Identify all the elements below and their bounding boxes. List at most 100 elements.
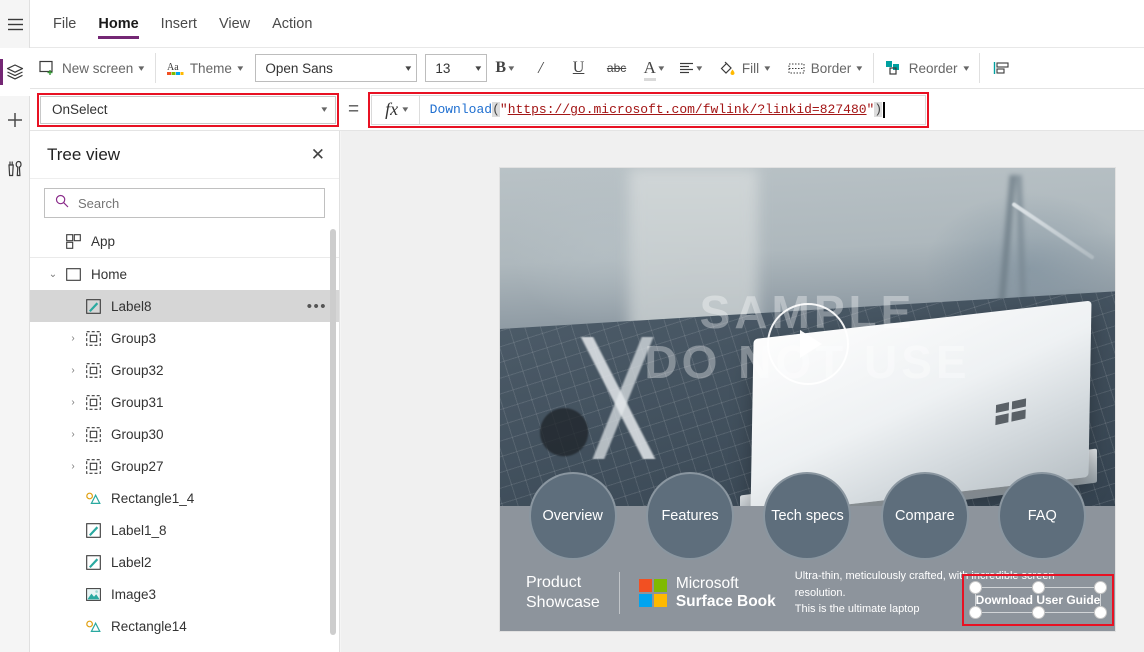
- tools-icon[interactable]: [0, 144, 30, 192]
- strikethrough-button[interactable]: abc: [598, 51, 636, 85]
- tree-item-group3[interactable]: ›Group3: [30, 322, 339, 354]
- chevron-down-icon: ▾: [857, 63, 863, 74]
- nav-circle-faq[interactable]: FAQ: [998, 472, 1086, 560]
- tree-view-panel: Tree view ✕ App⌄HomeLabel8•••›Group3›Gro…: [30, 131, 340, 652]
- chevron-down-icon: ▾: [402, 104, 408, 115]
- hero-image[interactable]: SAMPLE DO NOT USE: [500, 168, 1115, 506]
- resize-handle-bottom-right[interactable]: [1094, 606, 1107, 619]
- bold-button[interactable]: B ▾: [487, 51, 521, 85]
- tree-item-rectangle1-4[interactable]: Rectangle1_4: [30, 482, 339, 514]
- nav-circle-overview[interactable]: Overview: [529, 472, 617, 560]
- formula-bar-row: OnSelect ▾ = fx ▾ Download("https://go.m…: [30, 89, 1144, 131]
- nav-circle-features[interactable]: Features: [646, 472, 734, 560]
- resize-handle-top-right[interactable]: [1094, 581, 1107, 594]
- tree-item-group30[interactable]: ›Group30: [30, 418, 339, 450]
- resize-handle-top-center[interactable]: [1032, 581, 1045, 594]
- drafting-tools: [531, 337, 716, 459]
- fx-button[interactable]: fx ▾: [372, 96, 420, 124]
- insert-plus-icon[interactable]: [0, 96, 30, 144]
- tree-view-header: Tree view ✕: [30, 131, 339, 179]
- fill-button[interactable]: Fill ▾: [710, 51, 779, 85]
- text-align-button[interactable]: ▾: [671, 51, 710, 85]
- theme-icon: Aa: [167, 60, 184, 76]
- microsoft-brand: Microsoft Surface Book: [639, 575, 776, 612]
- hamburger-menu-icon[interactable]: [0, 0, 30, 48]
- italic-label: /: [538, 58, 543, 78]
- tree-item-more-icon[interactable]: •••: [307, 298, 327, 315]
- menu-tab-view[interactable]: View: [208, 0, 261, 48]
- canvas-area: SAMPLE DO NOT USE Overview Features Tech s…: [341, 131, 1144, 652]
- formula-input[interactable]: Download("https://go.microsoft.com/fwlin…: [420, 102, 925, 118]
- font-family-value: Open Sans: [265, 61, 333, 76]
- app-icon: [62, 234, 84, 249]
- close-icon[interactable]: ✕: [311, 146, 325, 163]
- nav-circle-label: Tech specs: [771, 508, 844, 524]
- showcase-line-1: Product: [526, 573, 600, 593]
- new-screen-group: New screen ▾: [30, 48, 153, 89]
- tree-item-label8[interactable]: Label8•••: [30, 290, 339, 322]
- resize-handle-bottom-center[interactable]: [1032, 606, 1045, 619]
- chevron-right-icon[interactable]: ›: [64, 461, 82, 472]
- tree-scrollbar[interactable]: [330, 229, 336, 635]
- nav-circle-label: Features: [661, 508, 718, 524]
- menu-tab-home[interactable]: Home: [87, 0, 149, 48]
- font-color-button[interactable]: A ▾: [636, 51, 672, 85]
- menu-tab-insert[interactable]: Insert: [150, 0, 208, 48]
- tree-item-label: Image3: [111, 587, 327, 602]
- windows-logo-icon: [995, 399, 1026, 426]
- nav-circle-compare[interactable]: Compare: [881, 472, 969, 560]
- italic-button[interactable]: /: [522, 51, 560, 85]
- formula-input-highlight: fx ▾ Download("https://go.microsoft.com/…: [371, 95, 926, 125]
- font-family-select[interactable]: Open Sans ▾: [255, 54, 417, 82]
- tree-item-label2[interactable]: Label2: [30, 546, 339, 578]
- chevron-right-icon[interactable]: ›: [64, 429, 82, 440]
- fill-bucket-icon: [719, 60, 736, 76]
- font-size-select[interactable]: 13 ▾: [425, 54, 487, 82]
- chevron-right-icon[interactable]: ›: [64, 333, 82, 344]
- label-icon: [82, 523, 104, 538]
- chevron-down-icon[interactable]: ⌄: [44, 269, 62, 280]
- selected-control-wrapper[interactable]: Download User Guide: [964, 576, 1112, 624]
- chevron-down-icon: ▾: [322, 104, 328, 115]
- menu-tab-action[interactable]: Action: [261, 0, 323, 48]
- tree-item-app[interactable]: App: [30, 226, 339, 258]
- app-screen-preview[interactable]: SAMPLE DO NOT USE Overview Features Tech s…: [500, 168, 1115, 631]
- search-input[interactable]: [78, 196, 314, 211]
- tree-item-home[interactable]: ⌄Home: [30, 258, 339, 290]
- chevron-right-icon[interactable]: ›: [64, 397, 82, 408]
- strikethrough-label: abc: [607, 61, 626, 75]
- tree-item-group31[interactable]: ›Group31: [30, 386, 339, 418]
- tree-item-group27[interactable]: ›Group27: [30, 450, 339, 482]
- border-button[interactable]: Border ▾: [779, 51, 871, 85]
- brand-line-1: Microsoft: [676, 575, 776, 593]
- formula-open-paren: (: [492, 102, 500, 117]
- property-select[interactable]: OnSelect ▾: [40, 96, 336, 124]
- search-box[interactable]: [44, 188, 325, 218]
- nav-circle-tech-specs[interactable]: Tech specs: [763, 472, 851, 560]
- resize-handle-top-left[interactable]: [969, 581, 982, 594]
- layers-icon[interactable]: [0, 48, 30, 96]
- new-screen-button[interactable]: New screen ▾: [30, 51, 153, 85]
- resize-handle-bottom-left[interactable]: [969, 606, 982, 619]
- tree-item-group32[interactable]: ›Group32: [30, 354, 339, 386]
- left-icon-rail: [0, 0, 30, 652]
- underline-button[interactable]: U: [560, 51, 598, 85]
- play-button-icon[interactable]: [767, 303, 849, 385]
- tree-item-label1-8[interactable]: Label1_8: [30, 514, 339, 546]
- nav-circle-label: FAQ: [1028, 508, 1057, 524]
- nav-circle-label: Overview: [542, 508, 602, 524]
- tree-item-image3[interactable]: Image3: [30, 578, 339, 610]
- chevron-down-icon: ▾: [697, 63, 703, 74]
- menu-tab-file[interactable]: File: [42, 0, 87, 48]
- group-icon: [82, 427, 104, 442]
- showcase-line-2: Showcase: [526, 593, 600, 613]
- tree-item-rectangle14[interactable]: Rectangle14: [30, 610, 339, 642]
- theme-button[interactable]: Aa Theme ▾: [158, 51, 252, 85]
- brand-text: Microsoft Surface Book: [676, 575, 776, 612]
- chevron-down-icon: ▾: [139, 63, 145, 74]
- nav-circle-row: Overview Features Tech specs Compare FAQ: [500, 464, 1115, 568]
- align-distribute-button[interactable]: [982, 51, 1020, 85]
- text-cursor: [883, 102, 885, 118]
- reorder-button[interactable]: Reorder ▾: [876, 51, 977, 85]
- chevron-right-icon[interactable]: ›: [64, 365, 82, 376]
